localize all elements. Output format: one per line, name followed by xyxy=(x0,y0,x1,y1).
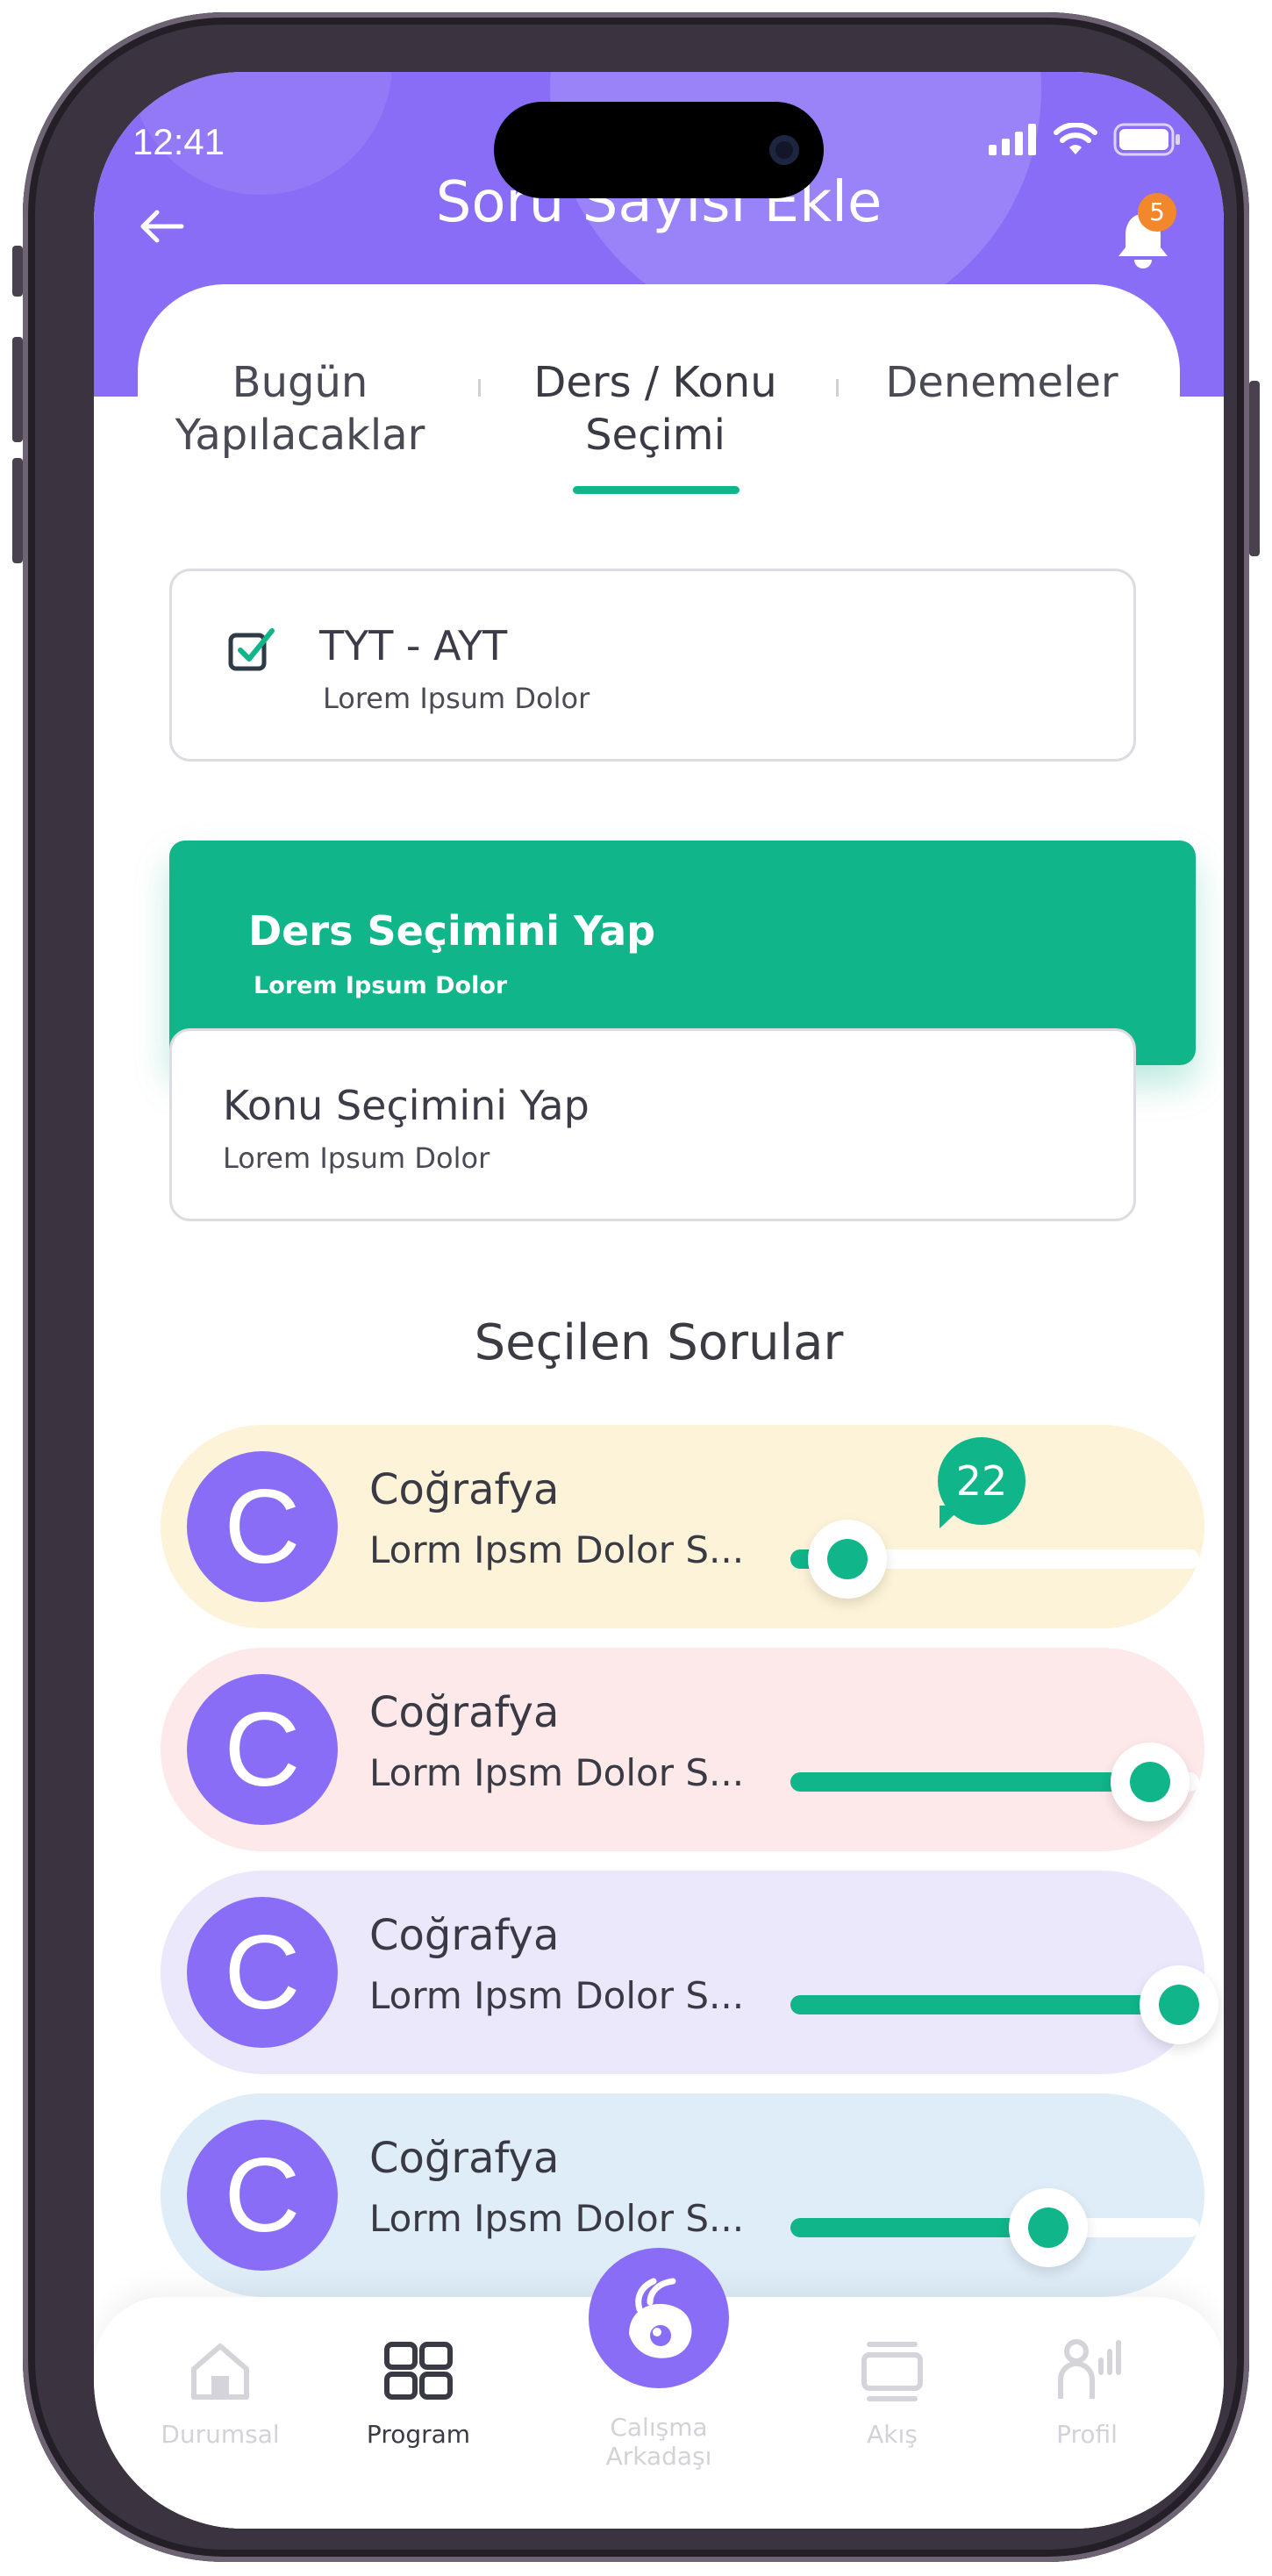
option-title: TYT - AYT xyxy=(319,622,508,669)
question-row[interactable]: C Coğrafya Lorm Ipsm Dolor S... 22 xyxy=(161,1425,1204,1628)
row-title: Coğrafya xyxy=(369,1465,560,1514)
option-title: Ders Seçimini Yap xyxy=(248,907,656,955)
tab-denemeler[interactable]: Denemeler xyxy=(857,356,1147,409)
power-button xyxy=(1249,381,1260,556)
option-subtitle: Lorem Ipsum Dolor xyxy=(323,682,590,715)
avatar: C xyxy=(187,2120,338,2271)
dynamic-island xyxy=(494,102,824,198)
question-count-slider[interactable] xyxy=(790,2188,1199,2267)
row-subtitle: Lorm Ipsm Dolor S... xyxy=(369,1751,745,1794)
slider-fill xyxy=(790,1772,1150,1792)
nav-label: Profil xyxy=(1056,2420,1118,2449)
slider-thumb[interactable] xyxy=(1009,2188,1088,2267)
slider-thumb[interactable] xyxy=(808,1520,887,1599)
notification-badge: 5 xyxy=(1138,193,1176,232)
buddy-icon xyxy=(629,2278,692,2358)
option-tyt-ayt[interactable]: TYT - AYT Lorem Ipsum Dolor xyxy=(169,569,1136,762)
nav-label: Durumsal xyxy=(161,2420,280,2449)
avatar-letter: C xyxy=(224,2136,301,2254)
slider-thumb[interactable] xyxy=(1140,1965,1218,2044)
option-subtitle: Lorem Ipsum Dolor xyxy=(223,1141,490,1175)
tab-bugun-yapilacaklar[interactable]: Bugün Yapılacaklar xyxy=(173,356,427,462)
section-title: Seçilen Sorular xyxy=(474,1314,844,1371)
silent-switch xyxy=(12,246,23,297)
row-subtitle: Lorm Ipsm Dolor S... xyxy=(369,1974,745,2017)
home-icon xyxy=(191,2343,249,2400)
phone-frame: 12:41 Soru Sayısı Ekle 5 Bugün Yapılacak… xyxy=(12,12,1260,2562)
avatar: C xyxy=(187,1897,338,2048)
avatar-letter: C xyxy=(224,1468,301,1585)
signal-icon xyxy=(989,124,1036,155)
active-tab-indicator xyxy=(573,486,740,494)
volume-down-button xyxy=(12,458,23,563)
tab-label: Ders / Konu Seçimi xyxy=(533,358,777,460)
avatar: C xyxy=(187,1674,338,1825)
tab-label: Denemeler xyxy=(885,358,1118,407)
option-konu-secimi[interactable]: Konu Seçimini Yap Lorem Ipsum Dolor xyxy=(169,1028,1136,1221)
tab-ders-konu-secimi[interactable]: Ders / Konu Seçimi xyxy=(524,356,787,462)
row-title: Coğrafya xyxy=(369,2134,560,2183)
checkbox-checked-icon[interactable] xyxy=(228,627,277,671)
camera-icon xyxy=(769,135,799,165)
nav-label: Calışma Arkadaşı xyxy=(605,2413,712,2471)
wifi-icon xyxy=(1054,123,1097,154)
cards-icon xyxy=(861,2342,923,2401)
question-row[interactable]: C Coğrafya Lorm Ipsm Dolor S... xyxy=(161,1871,1218,2074)
slider-thumb[interactable] xyxy=(1111,1742,1190,1821)
question-count-slider[interactable] xyxy=(790,1965,1218,2044)
row-subtitle: Lorm Ipsm Dolor S... xyxy=(369,1528,745,1571)
back-button[interactable] xyxy=(139,209,185,247)
nav-label: Akış xyxy=(867,2420,918,2449)
avatar: C xyxy=(187,1451,338,1602)
tab-label: Bugün Yapılacaklar xyxy=(175,358,425,460)
slider-fill xyxy=(790,1995,1179,2014)
notification-button[interactable]: 5 xyxy=(1115,193,1185,272)
avatar-letter: C xyxy=(224,1914,301,2031)
status-time: 12:41 xyxy=(132,121,225,162)
tab-divider xyxy=(836,379,839,397)
option-subtitle: Lorem Ipsum Dolor xyxy=(254,972,508,999)
status-icons xyxy=(989,123,1182,156)
profile-icon xyxy=(1058,2339,1121,2399)
tab-bar: Bugün Yapılacaklar Ders / Konu Seçimi De… xyxy=(138,284,1180,512)
option-title: Konu Seçimini Yap xyxy=(223,1082,590,1129)
volume-up-button xyxy=(12,337,23,442)
home-indicator xyxy=(506,2495,811,2506)
screen: 12:41 Soru Sayısı Ekle 5 Bugün Yapılacak… xyxy=(94,72,1224,2529)
tab-divider xyxy=(478,379,481,397)
nav-center-button[interactable] xyxy=(589,2248,729,2388)
battery-icon xyxy=(1113,123,1180,156)
question-row[interactable]: C Coğrafya Lorm Ipsm Dolor S... xyxy=(161,1648,1204,1851)
row-title: Coğrafya xyxy=(369,1688,560,1737)
back-arrow-icon xyxy=(140,210,184,243)
row-subtitle: Lorm Ipsm Dolor S... xyxy=(369,2197,745,2240)
avatar-letter: C xyxy=(224,1691,301,1808)
bottom-navigation: Durumsal Program Calışma Arkadaşı Akış P… xyxy=(94,2248,1224,2529)
grid-icon xyxy=(384,2342,453,2400)
row-title: Coğrafya xyxy=(369,1911,560,1960)
nav-label: Program xyxy=(366,2420,471,2449)
question-count-slider[interactable] xyxy=(790,1742,1199,1821)
slider-value-tooltip: 22 xyxy=(938,1437,1025,1528)
question-count-slider[interactable] xyxy=(790,1520,1199,1599)
